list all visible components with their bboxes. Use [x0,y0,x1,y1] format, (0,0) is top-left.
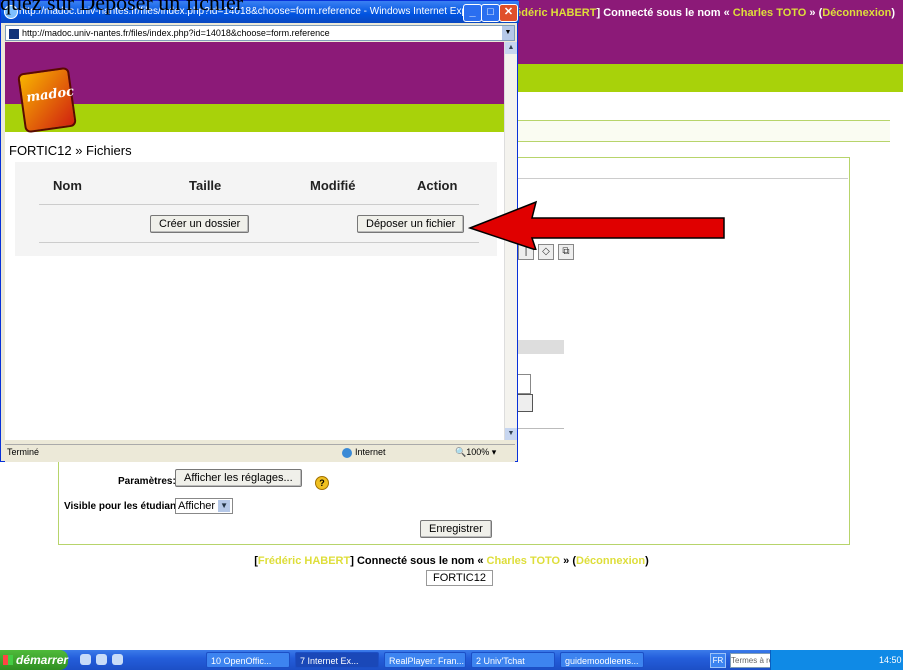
madoc-header [5,42,504,104]
login-text: ] Connecté sous le nom « [596,7,733,19]
task-univtchat[interactable]: 2 Univ'Tchat [471,652,555,668]
red-arrow-icon [468,200,725,250]
login-close: ) [645,555,649,567]
quicklaunch-desktop-icon[interactable] [80,654,91,665]
madoc-logo[interactable]: madoc [17,66,77,134]
footer-user-link[interactable]: Frédéric HABERT [258,555,350,567]
divider [518,428,564,429]
system-tray: 14:50 [770,650,903,670]
clock[interactable]: 14:50 [879,650,902,670]
col-action: Action [417,178,458,193]
login-text-suffix: » ( [560,555,576,567]
col-name[interactable]: Nom [53,178,82,193]
task-guidemoodle[interactable]: guidemoodleens... [560,652,644,668]
zoom-text: 100% [466,447,490,457]
footer-as-link[interactable]: Charles TOTO [487,555,561,567]
language-indicator[interactable]: FR [710,653,726,668]
visible-select[interactable]: Afficher ▼ [175,498,234,514]
minimize-icon[interactable]: _ [463,4,482,22]
status-bar: Terminé Internet 🔍100% ▾ [5,444,515,462]
chevron-down-icon: ▼ [218,500,231,512]
task-internet-explorer[interactable]: 7 Internet Ex... [295,652,379,668]
instruction-caption: quez sur Déposer un fichier [0,0,244,15]
scroll-down-icon[interactable]: ▼ [505,428,517,440]
taskbar: démarrer 10 OpenOffic... 7 Internet Ex..… [0,650,903,670]
footer-divider [39,242,479,243]
header-divider [39,204,479,205]
page-icon [9,28,19,39]
quicklaunch-ie-icon[interactable] [96,654,107,665]
start-button[interactable]: démarrer [0,650,68,670]
create-folder-button[interactable]: Créer un dossier [150,215,250,233]
help-icon[interactable]: ? [315,476,329,490]
col-modified[interactable]: Modifié [310,178,356,193]
task-openoffice[interactable]: 10 OpenOffic... [206,652,290,668]
maximize-icon[interactable]: □ [481,4,500,22]
visible-label: Visible pour les étudiants: [64,501,189,512]
close-icon[interactable]: ✕ [499,4,518,22]
task-realplayer[interactable]: RealPlayer: Fran... [384,652,466,668]
madoc-green-band [5,104,504,132]
address-dropdown-icon[interactable]: ▼ [502,26,514,40]
show-settings-button[interactable]: Afficher les réglages... [175,469,302,487]
quicklaunch-media-icon[interactable] [112,654,123,665]
col-size[interactable]: Taille [189,178,221,193]
popup-content: madoc FORTIC12 » Fichiers Nom Taille Mod… [5,42,504,440]
madoc-logo-text: madoc [25,84,76,106]
header-login-info: [Frédéric HABERT] Connecté sous le nom «… [501,7,896,19]
login-text: ] Connecté sous le nom « [350,555,487,567]
ie-popup-window: http://madoc.univ-nantes.fr/files/index.… [0,0,519,462]
address-bar[interactable]: http://madoc.univ-nantes.fr/files/index.… [5,25,515,41]
params-label: Paramètres: [118,476,176,487]
editor-statusbar [518,340,564,354]
location-input[interactable] [518,374,531,394]
zoom-indicator[interactable]: 🔍100% ▾ [455,447,496,458]
login-text-suffix: » ( [806,7,823,19]
choose-file-button[interactable] [518,394,533,412]
breadcrumb[interactable]: FORTIC12 » Fichiers [9,143,132,158]
footer-logout-link[interactable]: Déconnexion [576,555,645,567]
login-as-link[interactable]: Charles TOTO [733,7,807,19]
footer-course-link[interactable]: FORTIC12 [426,570,493,586]
save-button[interactable]: Enregistrer [420,520,492,538]
login-close: ) [891,7,895,19]
zone-text: Internet [355,447,386,457]
globe-icon [342,447,352,458]
address-text: http://madoc.univ-nantes.fr/files/index.… [22,28,330,38]
visible-select-value: Afficher [178,500,216,512]
footer-login-info: [Frédéric HABERT] Connecté sous le nom «… [0,555,903,567]
zone-indicator: Internet [342,447,386,458]
scroll-up-icon[interactable]: ▲ [505,42,517,54]
status-text: Terminé [7,447,40,457]
logout-link[interactable]: Déconnexion [822,7,891,19]
upload-file-button[interactable]: Déposer un fichier [357,215,465,233]
